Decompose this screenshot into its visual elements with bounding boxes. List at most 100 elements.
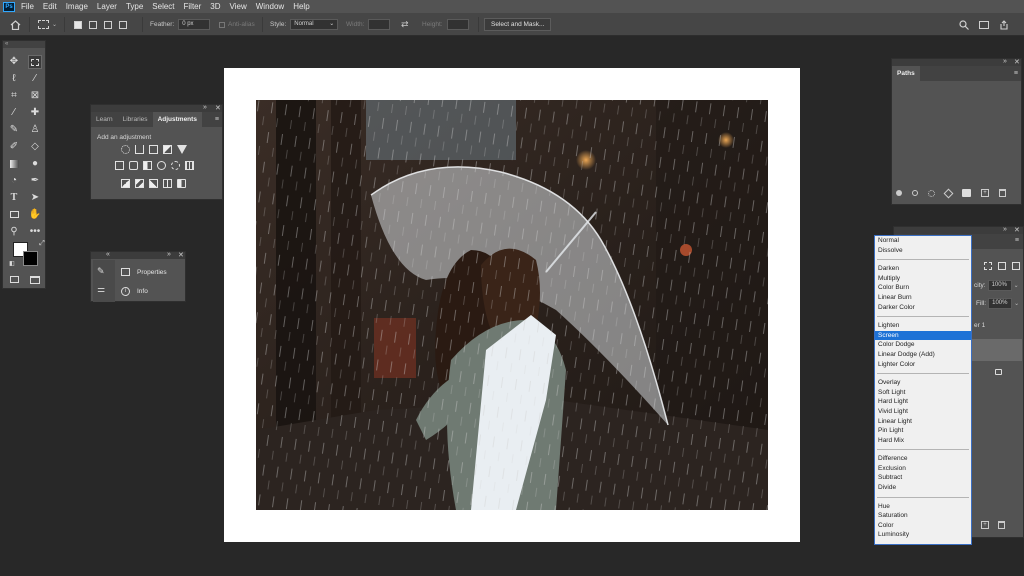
blend-divide[interactable]: Divide [875,483,971,493]
load-selection-icon[interactable] [928,189,935,197]
gradient-map-icon[interactable] [177,179,186,188]
screen-mode-icon[interactable] [28,273,42,287]
collapse-panel-icon[interactable]: » [167,251,171,258]
color-balance-icon[interactable] [129,161,138,170]
close-panel-icon[interactable]: ✕ [215,104,221,112]
blend-saturation[interactable]: Saturation [875,511,971,521]
close-panel-icon[interactable]: ✕ [1014,58,1020,66]
blend-linear-light[interactable]: Linear Light [875,417,971,427]
blend-difference[interactable]: Difference [875,454,971,464]
properties-item[interactable]: Properties [121,268,167,276]
close-panel-icon[interactable]: ✕ [178,251,184,259]
info-item[interactable]: i Info [121,287,148,296]
panel-menu-icon[interactable]: ≡ [215,116,219,123]
layer-row-selected[interactable] [972,339,1022,361]
posterize-icon[interactable] [135,179,144,188]
collapse-panel-icon[interactable]: » [203,104,207,111]
path-selection-tool-icon[interactable]: ➤ [28,191,42,205]
height-input[interactable] [446,19,469,30]
selective-color-icon[interactable] [163,179,172,188]
blend-color-dodge[interactable]: Color Dodge [875,340,971,350]
blend-lighter-color[interactable]: Lighter Color [875,360,971,370]
panel-menu-icon[interactable]: ≡ [1015,237,1019,244]
chevron-down-icon[interactable]: ⌄ [1014,282,1019,289]
fill-path-icon[interactable] [896,190,902,196]
stroke-path-icon[interactable] [912,190,918,196]
new-selection-icon[interactable] [74,20,82,29]
invert-icon[interactable] [121,179,130,188]
channel-mixer-icon[interactable] [171,161,180,170]
menu-window[interactable]: Window [256,2,284,11]
menu-select[interactable]: Select [152,2,174,11]
opacity-input[interactable]: 100% [987,280,1012,291]
move-tool-icon[interactable]: ✥ [7,55,21,69]
default-colors-icon[interactable]: ◧ [5,257,19,271]
blend-darken[interactable]: Darken [875,264,971,274]
tab-paths[interactable]: Paths [892,66,920,81]
levels-icon[interactable] [135,145,144,154]
search-icon[interactable] [959,13,969,36]
tool-preset-picker[interactable]: ⌄ [38,13,57,36]
black-white-icon[interactable] [143,161,152,170]
curves-icon[interactable] [149,145,158,154]
add-selection-icon[interactable] [89,20,97,29]
color-lookup-icon[interactable] [185,161,194,170]
close-panel-icon[interactable]: ✕ [1014,226,1020,234]
blend-luminosity[interactable]: Luminosity [875,530,971,540]
magic-wand-tool-icon[interactable]: ⁄ [28,72,42,86]
exposure-icon[interactable] [163,145,172,154]
tab-libraries[interactable]: Libraries [118,116,153,127]
delete-layer-icon[interactable] [998,521,1005,529]
frame-tool-icon[interactable]: ⊠ [28,89,42,103]
rectangle-tool-icon[interactable] [7,208,21,222]
swap-colors-icon[interactable]: ⤢ [35,237,49,251]
eraser-tool-icon[interactable]: ◇ [28,140,42,154]
menu-3d[interactable]: 3D [210,2,220,11]
brightness-contrast-icon[interactable] [121,145,130,154]
blend-hard-light[interactable]: Hard Light [875,397,971,407]
blend-hue[interactable]: Hue [875,502,971,512]
share-icon[interactable] [999,13,1009,36]
tab-learn[interactable]: Learn [91,116,118,127]
delete-path-icon[interactable] [999,189,1006,197]
make-work-path-icon[interactable] [943,188,954,198]
fill-input[interactable]: 100% [988,298,1013,309]
lock-all-icon[interactable] [998,262,1006,270]
hue-saturation-icon[interactable] [115,161,124,170]
blend-color[interactable]: Color [875,521,971,531]
collapse-panel-icon[interactable]: » [1003,58,1007,65]
panel-menu-icon[interactable]: ≡ [1014,70,1018,77]
chevron-down-icon[interactable]: ⌄ [1014,300,1019,307]
vibrance-icon[interactable] [177,145,187,154]
new-layer-icon[interactable]: + [981,521,989,529]
photo-filter-icon[interactable] [157,161,166,170]
menu-edit[interactable]: Edit [43,2,57,11]
healing-brush-tool-icon[interactable]: ✚ [28,106,42,120]
antialias-checkbox[interactable] [219,21,225,28]
blend-subtract[interactable]: Subtract [875,473,971,483]
collapse-toolbar-icon[interactable]: « [3,41,45,48]
new-path-icon[interactable]: + [981,189,989,197]
lock-artboard-icon[interactable] [984,262,992,270]
menu-layer[interactable]: Layer [97,2,117,11]
blend-hard-mix[interactable]: Hard Mix [875,436,971,446]
lock-pixels-icon[interactable] [1012,262,1020,270]
menu-view[interactable]: View [230,2,247,11]
add-mask-icon[interactable] [962,189,971,197]
blend-multiply[interactable]: Multiply [875,274,971,284]
adjust-sliders-icon[interactable]: ⚌ [97,284,105,295]
history-brush-tool-icon[interactable]: ✐ [7,140,21,154]
expand-panel-icon[interactable]: « [106,251,110,258]
home-icon[interactable] [10,13,21,36]
blend-exclusion[interactable]: Exclusion [875,464,971,474]
crop-tool-icon[interactable]: ⌗ [7,89,21,103]
threshold-icon[interactable] [149,179,158,188]
menu-type[interactable]: Type [126,2,143,11]
menu-image[interactable]: Image [66,2,88,11]
quick-mask-icon[interactable] [7,273,21,287]
tab-adjustments[interactable]: Adjustments [152,112,202,127]
brush-settings-icon[interactable]: ✎ [97,266,105,277]
type-tool-icon[interactable]: T [7,191,21,205]
blur-tool-icon[interactable]: ● [28,157,42,171]
eyedropper-tool-icon[interactable]: ⁄ [7,106,21,120]
